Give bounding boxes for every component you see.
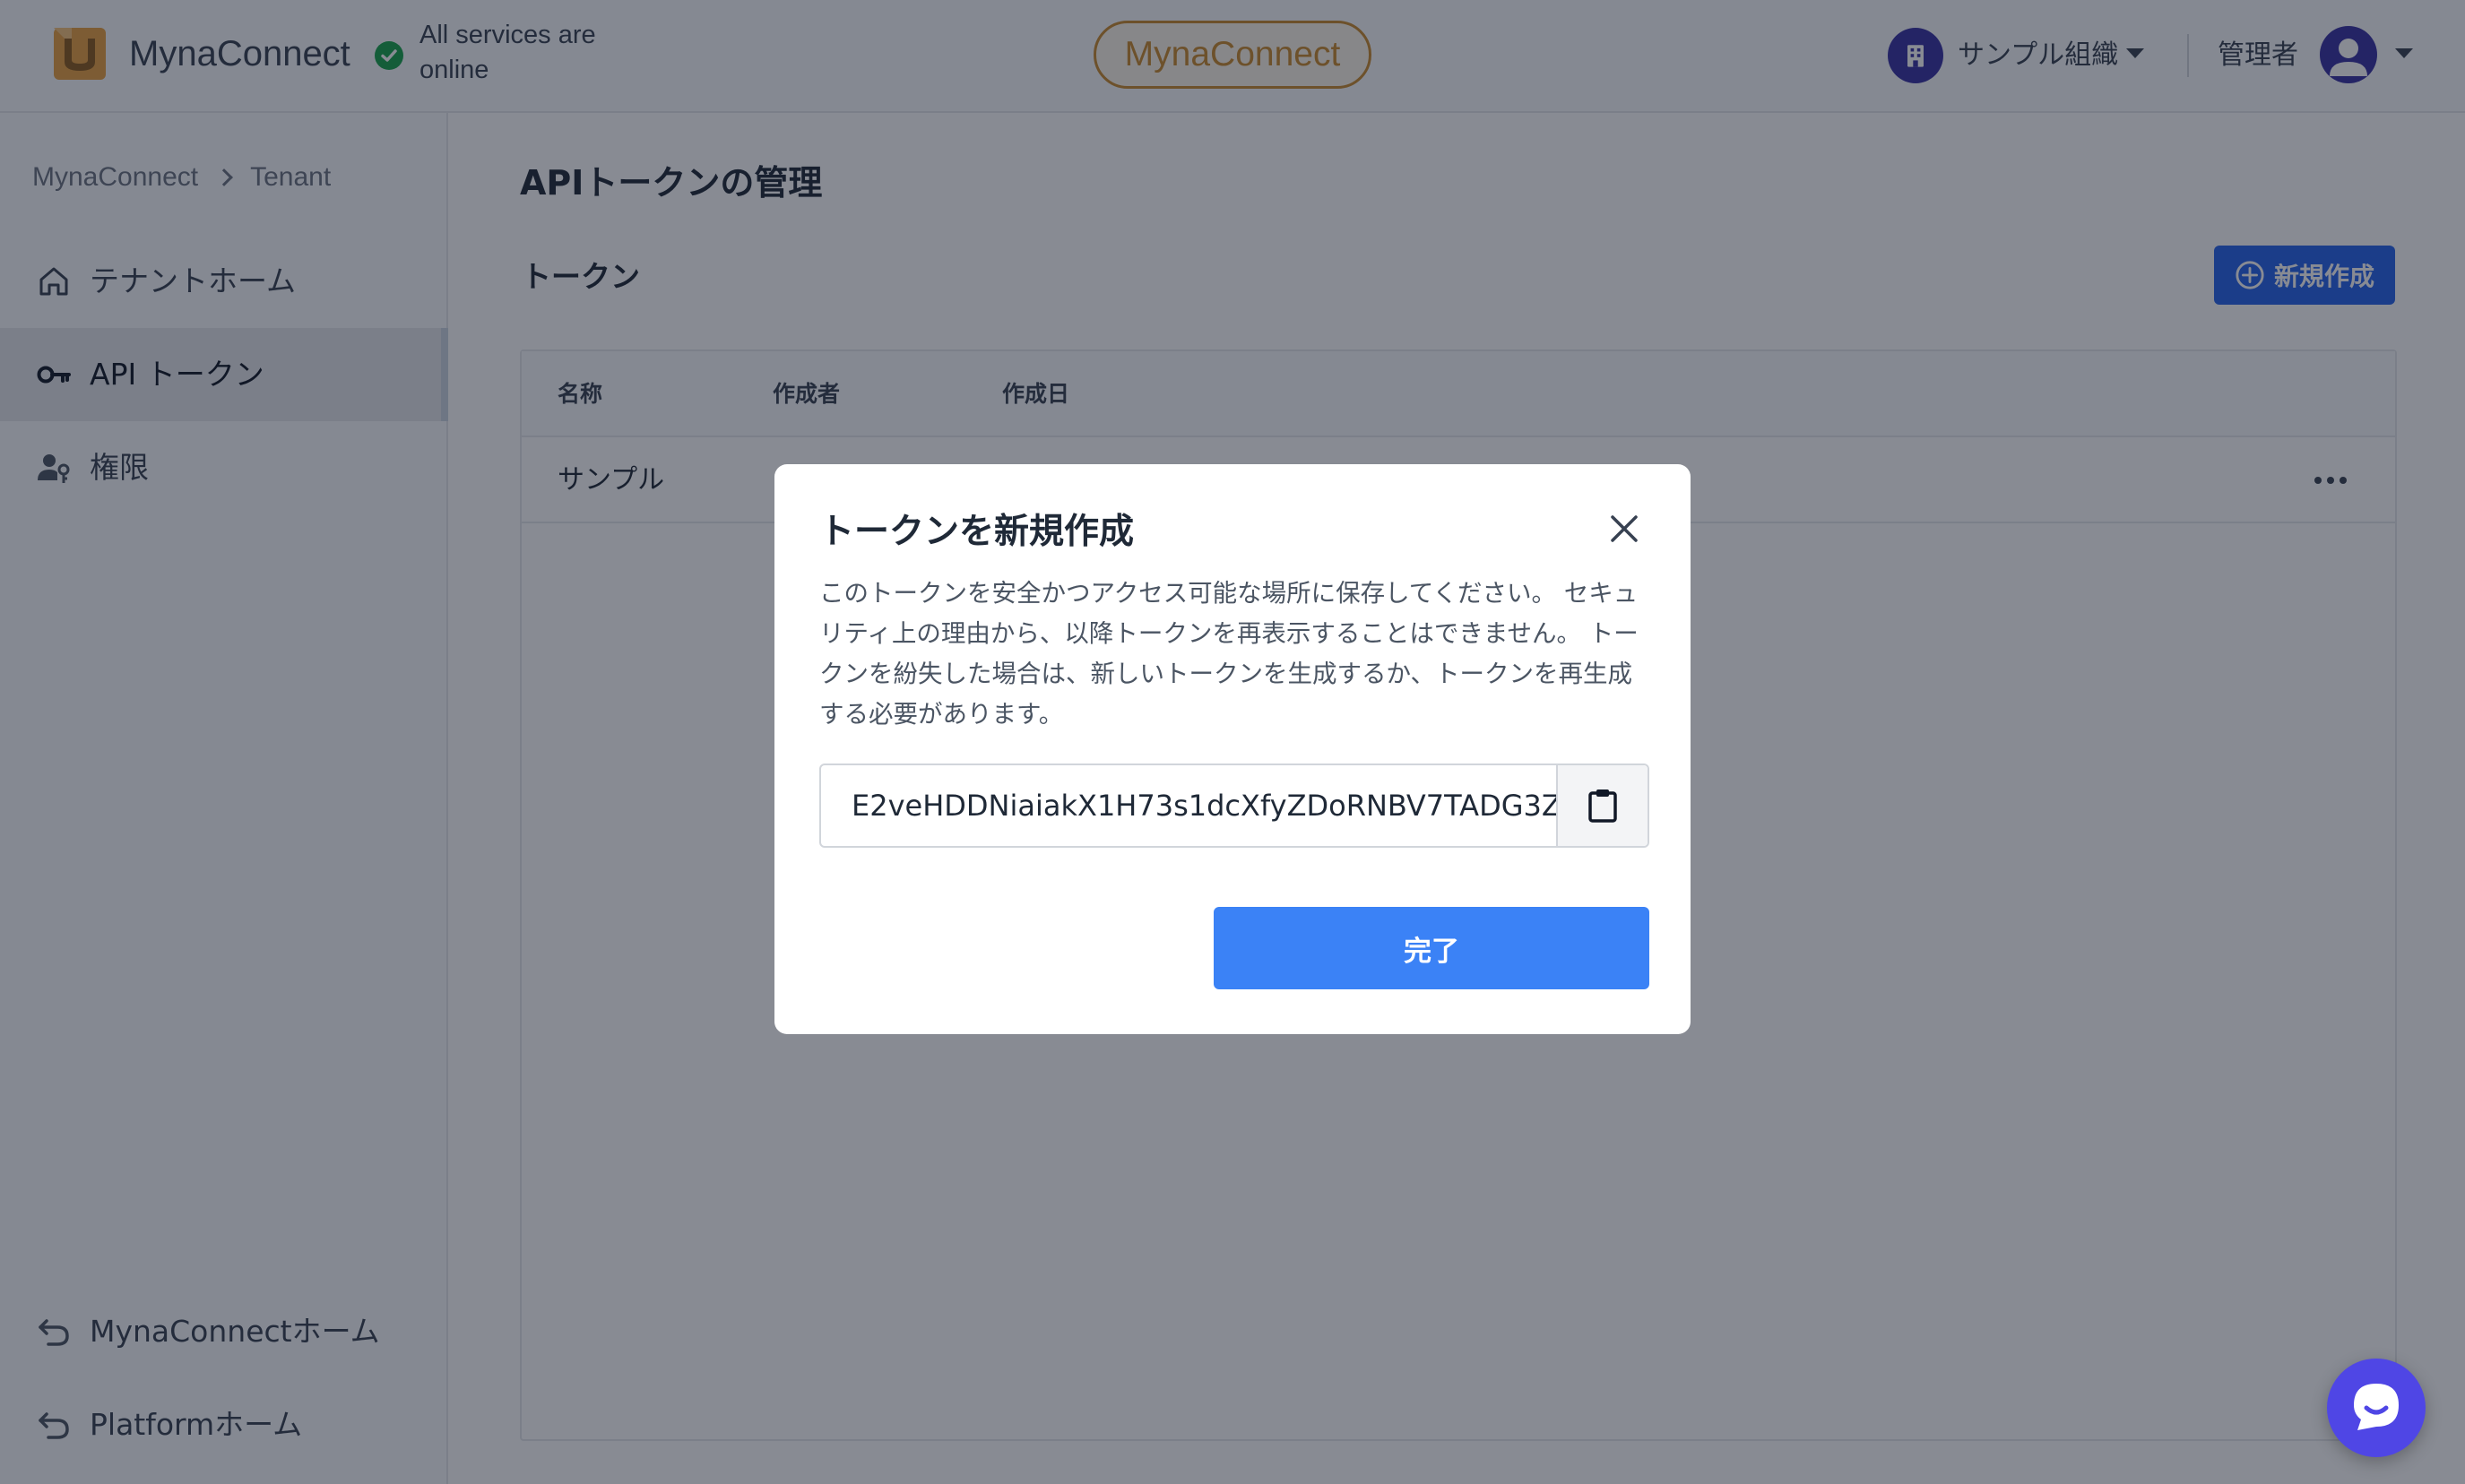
chat-support-button[interactable]: [2327, 1359, 2426, 1457]
create-token-dialog: トークンを新規作成 このトークンを安全かつアクセス可能な場所に保存してください。…: [774, 464, 1691, 1034]
chat-icon: [2354, 1384, 2399, 1430]
done-button[interactable]: 完了: [1214, 907, 1649, 989]
token-field: [819, 764, 1649, 848]
token-value-input[interactable]: [823, 767, 1556, 844]
clipboard-icon: [1588, 789, 1617, 823]
dialog-title: トークンを新規作成: [819, 512, 1135, 552]
close-icon[interactable]: [1604, 509, 1644, 548]
copy-to-clipboard-button[interactable]: [1556, 765, 1648, 846]
dialog-description: このトークンを安全かつアクセス可能な場所に保存してください。 セキュリティ上の理…: [819, 579, 1639, 729]
